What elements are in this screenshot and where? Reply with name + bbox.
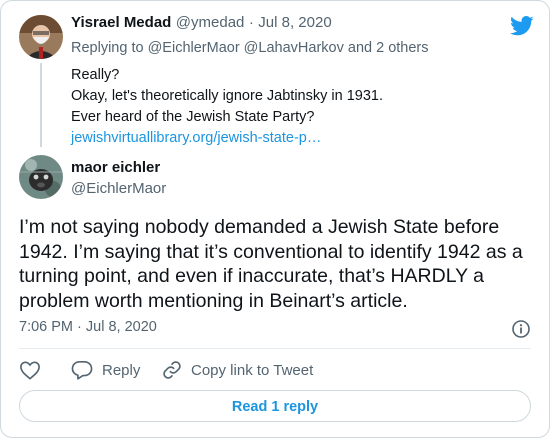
like-button[interactable] [19,359,41,381]
main-timestamp[interactable]: 7:06 PM · Jul 8, 2020 [19,319,157,335]
parent-author-name[interactable]: Yisrael Medad [71,14,171,31]
parent-link[interactable]: jewishvirtuallibrary.org/jewish-state-p… [71,128,511,148]
replying-to: Replying to @EichlerMaor @LahavHarkov an… [71,40,429,56]
parent-line-2: Okay, let's theoretically ignore Jabtins… [71,88,383,104]
main-author-name[interactable]: maor eichler [71,159,160,176]
divider [19,348,531,349]
tweet-card: Yisrael Medad @ymedad · Jul 8, 2020 Repl… [0,0,550,438]
read-replies-label: Read 1 reply [231,399,319,415]
separator-dot: · [248,14,254,31]
read-replies-button[interactable]: Read 1 reply [19,390,531,422]
reply-button[interactable]: Reply [71,359,140,381]
info-icon[interactable] [511,319,531,339]
twitter-bird-icon[interactable] [510,16,534,36]
parent-line-3: Ever heard of the Jewish State Party? [71,109,315,125]
main-tweet-text: I’m not saying nobody demanded a Jewish … [19,216,523,312]
heart-icon [19,360,41,380]
copy-link-label: Copy link to Tweet [191,361,314,379]
main-author-handle[interactable]: @EichlerMaor [71,180,166,197]
reply-bubble-icon [71,360,93,380]
parent-tweet-text: Really? Okay, let's theoretically ignore… [71,65,511,148]
parent-header: Yisrael Medad @ymedad · Jul 8, 2020 [71,14,332,32]
reply-label: Reply [102,361,141,379]
link-icon [162,360,182,380]
parent-date[interactable]: Jul 8, 2020 [258,14,331,31]
replying-others[interactable]: and 2 others [348,40,429,56]
copy-link-button[interactable]: Copy link to Tweet [162,359,313,381]
avatar-yisrael-medad[interactable] [19,15,63,59]
thread-line [40,63,42,147]
avatar-maor-eichler[interactable] [19,155,63,199]
parent-line-1: Really? [71,67,120,83]
replying-targets[interactable]: @EichlerMaor @LahavHarkov [148,40,344,56]
parent-author-handle[interactable]: @ymedad [176,14,245,31]
replying-prefix: Replying to [71,40,144,56]
